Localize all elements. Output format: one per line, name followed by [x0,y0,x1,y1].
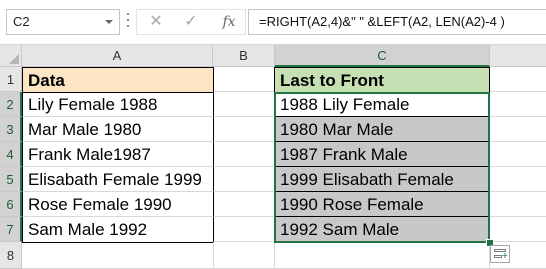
dropdown-arrow-icon[interactable] [105,20,113,24]
formula-buttons: ✕ ✓ fx [136,9,246,35]
row-header-7[interactable]: 7 [0,217,22,242]
cancel-icon[interactable]: ✕ [146,10,166,34]
cell-d4[interactable] [490,142,546,167]
row-header-2[interactable]: 2 [0,92,22,117]
row-header-8[interactable]: 8 [0,242,22,269]
row-header-6[interactable]: 6 [0,192,22,217]
cell-a6[interactable]: Rose Female 1990 [22,192,214,217]
cell-a5[interactable]: Elisabath Female 1999 [22,167,214,192]
cell-d1[interactable] [490,67,546,92]
cell-c1[interactable]: Last to Front [274,67,490,93]
cell-c6[interactable]: 1990 Rose Female [275,192,490,217]
cell-b3[interactable] [214,117,275,142]
cell-a3[interactable]: Mar Male 1980 [22,117,214,142]
column-header-d[interactable] [490,45,546,67]
cell-b1[interactable] [214,67,275,92]
formula-input[interactable]: =RIGHT(A2,4)&" " &LEFT(A2, LEN(A2)-4 ) [248,9,546,35]
cell-c5[interactable]: 1999 Elisabath Female [275,167,490,192]
cell-a2[interactable]: Lily Female 1988 [22,92,214,117]
cell-d2[interactable] [490,92,546,117]
cell-d3[interactable] [490,117,546,142]
cell-b4[interactable] [214,142,275,167]
formula-bar-separator [126,13,130,31]
column-header-a[interactable]: A [22,45,213,67]
quick-analysis-icon[interactable]: + [490,245,510,263]
cell-c3[interactable]: 1980 Mar Male [275,117,490,142]
cell-d6[interactable] [490,192,546,217]
cell-a8[interactable] [22,242,214,269]
row-header-5[interactable]: 5 [0,167,22,192]
row-header-1[interactable]: 1 [0,67,22,92]
cell-b7[interactable] [214,217,275,242]
select-all-button[interactable] [0,45,22,67]
name-box-value: C2 [13,14,30,29]
cell-d7[interactable] [490,217,546,242]
cell-a4[interactable]: Frank Male1987 [22,142,214,167]
enter-icon[interactable]: ✓ [181,10,201,34]
function-icon[interactable]: fx [217,10,241,34]
cell-b6[interactable] [214,192,275,217]
cell-b5[interactable] [214,167,275,192]
cell-b2[interactable] [214,92,275,117]
cell-a7[interactable]: Sam Male 1992 [22,217,214,243]
cell-c4[interactable]: 1987 Frank Male [275,142,490,167]
cell-d5[interactable] [490,167,546,192]
row-header-4[interactable]: 4 [0,142,22,167]
cell-c7[interactable]: 1992 Sam Male [275,217,490,242]
row-header-3[interactable]: 3 [0,117,22,142]
column-header-b[interactable]: B [213,45,275,67]
select-all-icon [9,54,19,64]
column-header-c[interactable]: C [275,45,490,67]
cell-c2[interactable]: 1988 Lily Female [275,92,490,117]
cell-b8[interactable] [214,242,275,269]
cell-c8[interactable] [275,242,490,269]
cell-a1[interactable]: Data [22,67,214,93]
name-box[interactable]: C2 [6,9,120,35]
